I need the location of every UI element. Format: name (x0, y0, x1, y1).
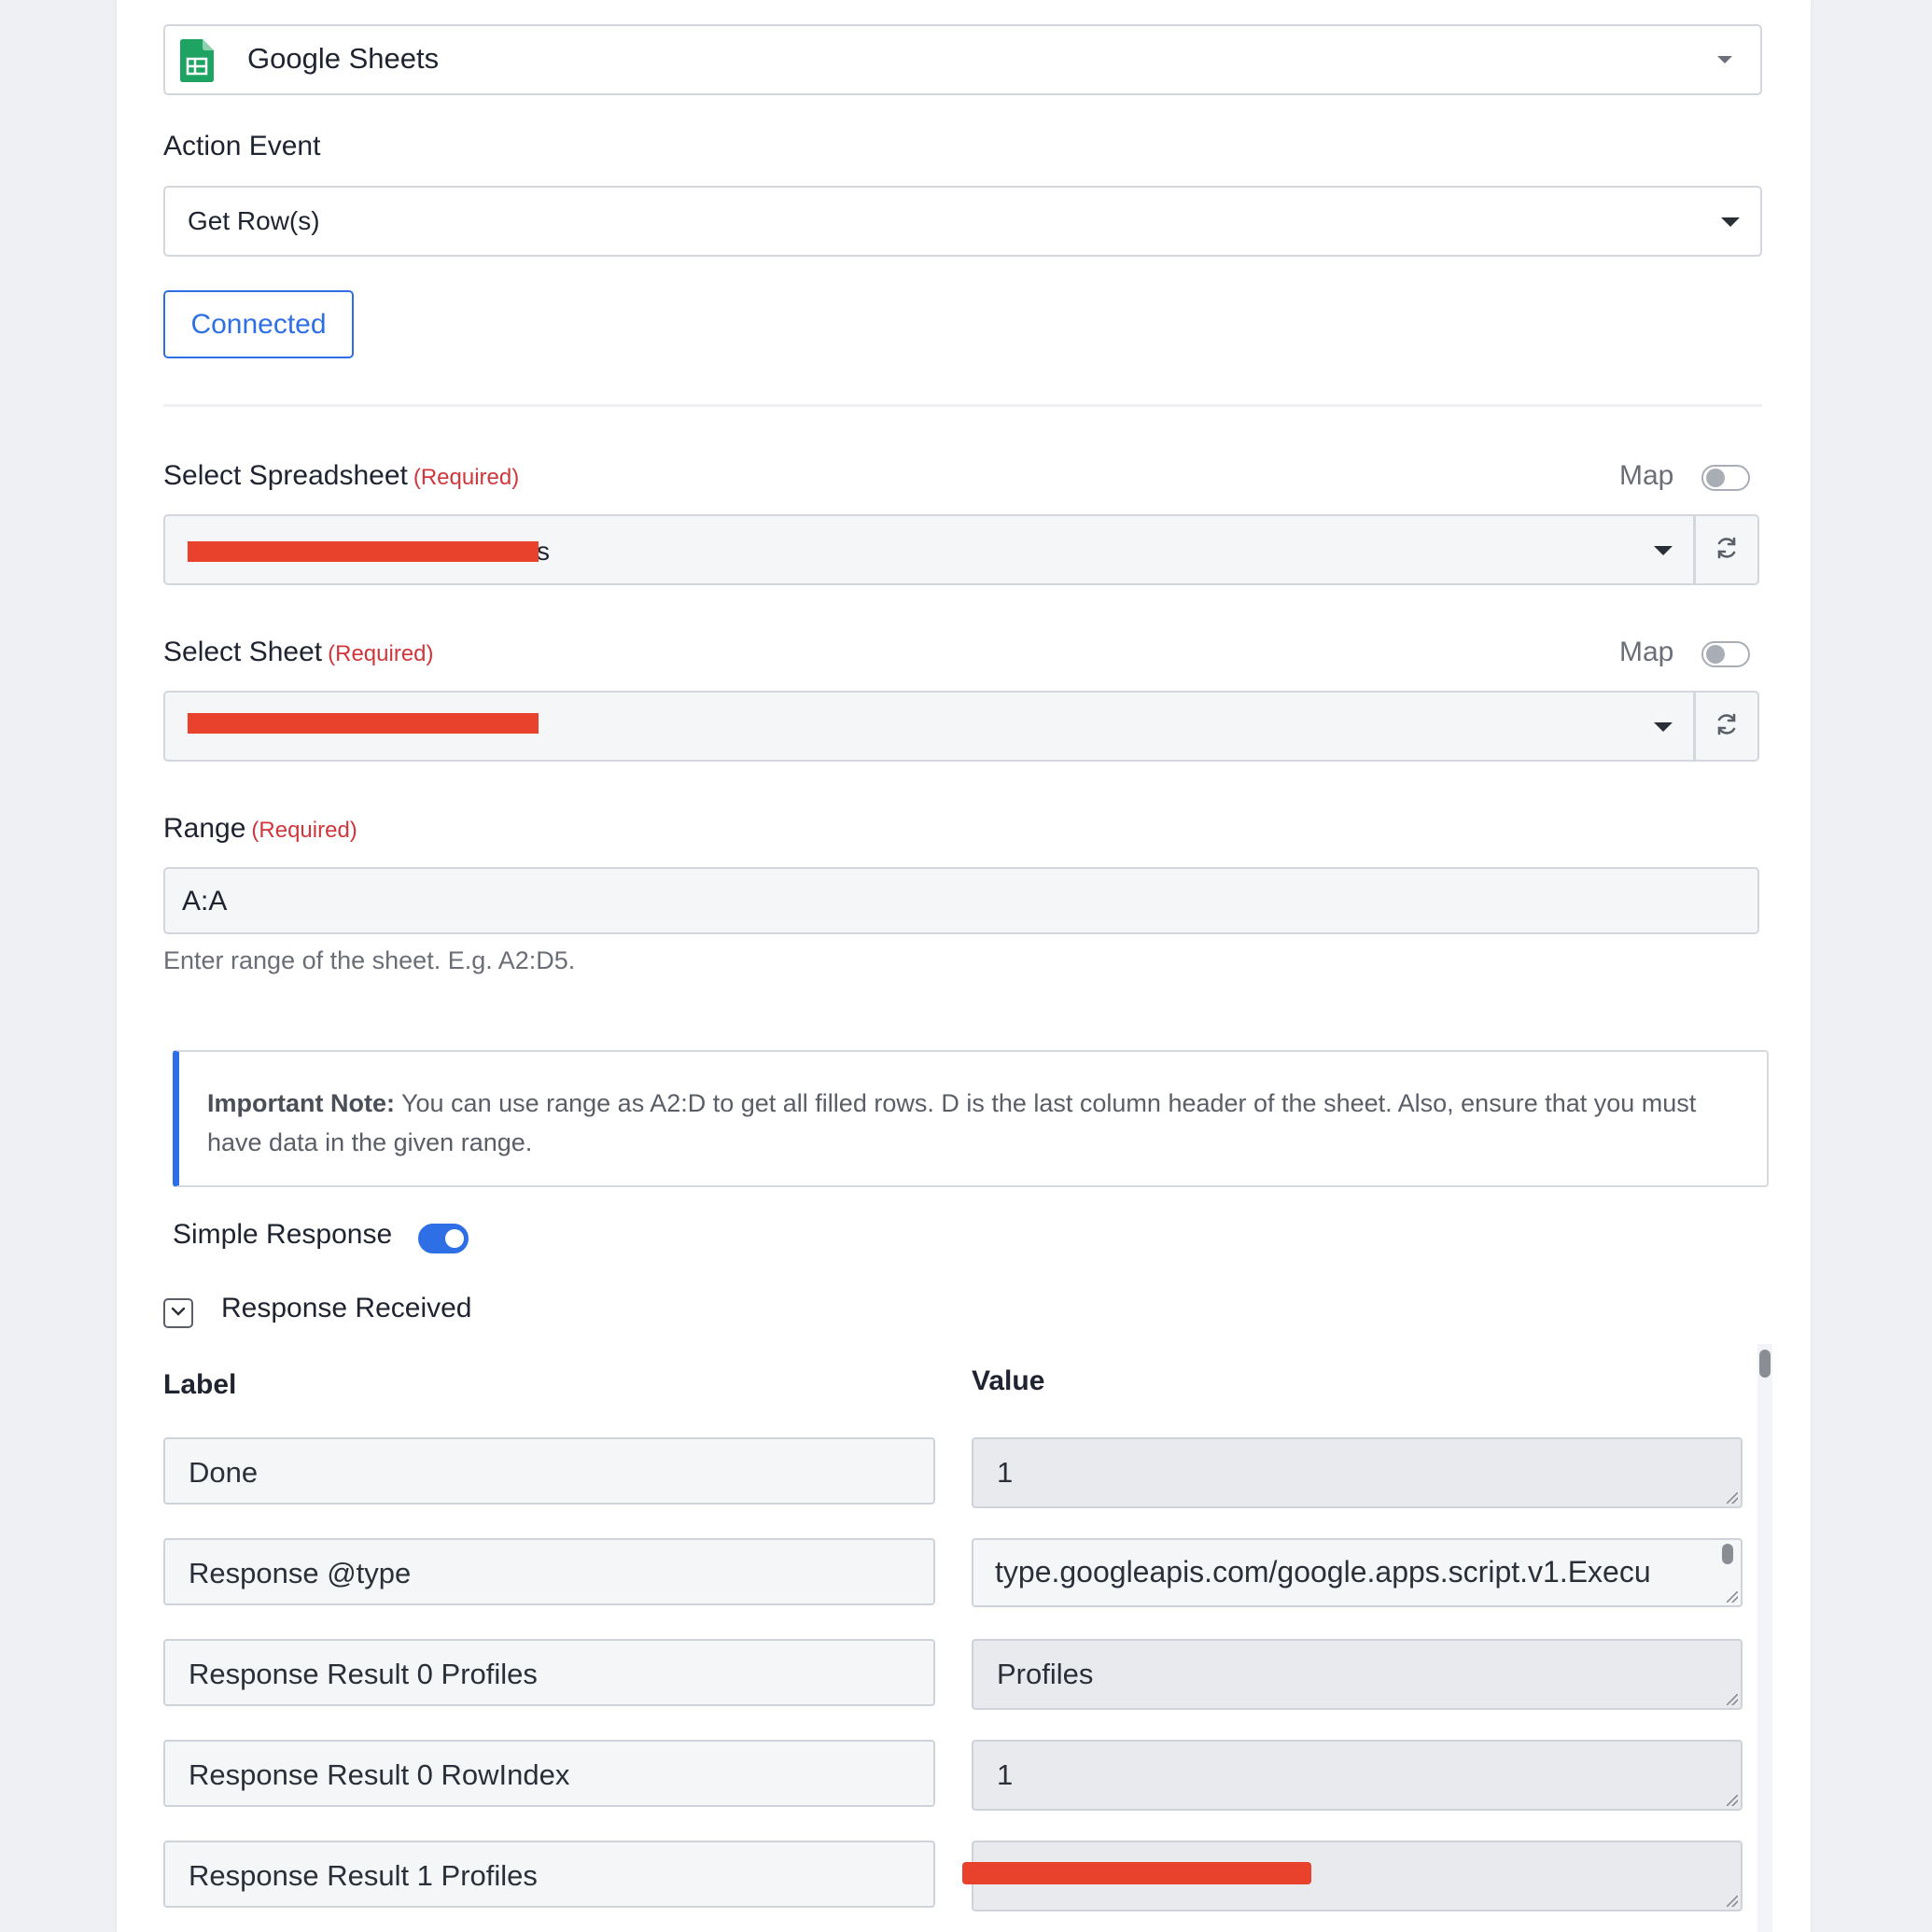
toggle-knob (1706, 469, 1725, 487)
response-label-field: Done (163, 1437, 935, 1505)
redaction-mark (188, 713, 539, 734)
response-value-text: 1 (997, 1758, 1014, 1791)
toggle-knob (1706, 645, 1725, 664)
range-input-value: A:A (182, 886, 228, 917)
response-value-text: type.googleapis.com/google.apps.script.v… (995, 1555, 1651, 1589)
label-column-header: Label (163, 1369, 237, 1400)
spreadsheet-label-text: Select Spreadsheet (163, 460, 408, 491)
refresh-icon (1715, 536, 1739, 565)
required-tag: (Required) (413, 465, 520, 490)
response-label-field: Response Result 0 Profiles (163, 1639, 935, 1706)
response-label-text: Response Result 0 RowIndex (189, 1758, 570, 1791)
value-column-header: Value (972, 1365, 1045, 1396)
response-value-field[interactable]: 1 (972, 1437, 1743, 1508)
form-card: Google Sheets Action Event Get Row(s) Co… (117, 0, 1811, 1932)
resize-handle-icon[interactable] (1727, 1795, 1738, 1806)
chevron-down-icon (1721, 217, 1740, 227)
response-label-field: Response Result 0 RowIndex (163, 1740, 935, 1807)
required-tag: (Required) (328, 641, 434, 666)
range-label: Range (Required) (163, 813, 357, 845)
required-tag: (Required) (251, 818, 357, 843)
note-text: You can use range as A2:D to get all fil… (207, 1089, 1697, 1156)
sheet-refresh-button[interactable] (1694, 691, 1759, 762)
connected-button[interactable]: Connected (163, 290, 354, 358)
spreadsheet-refresh-button[interactable] (1694, 514, 1759, 585)
resize-handle-icon[interactable] (1727, 1694, 1738, 1705)
action-event-value: Get Row(s) (188, 206, 320, 235)
app-select[interactable]: Google Sheets (163, 24, 1762, 95)
spreadsheet-select[interactable]: s (163, 514, 1695, 585)
chevron-down-icon (1654, 722, 1673, 732)
response-label-text: Done (189, 1456, 259, 1489)
refresh-icon (1715, 712, 1739, 741)
redaction-mark (962, 1862, 1311, 1884)
important-note: Important Note: You can use range as A2:… (173, 1050, 1769, 1187)
scrollbar-thumb[interactable] (1759, 1350, 1771, 1378)
response-collapse-toggle[interactable] (163, 1298, 193, 1328)
sheet-map-label: Map (1619, 637, 1674, 667)
spreadsheet-map-label: Map (1619, 460, 1674, 491)
sheet-map-toggle[interactable] (1701, 641, 1750, 667)
chevron-down-icon (1717, 56, 1732, 63)
response-label-text: Response Result 0 Profiles (189, 1658, 538, 1690)
spreadsheet-map-toggle[interactable] (1701, 465, 1750, 491)
spreadsheet-label: Select Spreadsheet (Required) (163, 460, 519, 492)
sheet-select[interactable] (163, 691, 1695, 762)
simple-response-toggle[interactable] (418, 1224, 469, 1253)
response-value-text: Profiles (997, 1658, 1094, 1690)
chevron-down-icon (171, 1305, 186, 1322)
value-scrollbar[interactable] (1722, 1544, 1735, 1592)
spreadsheet-value: s (537, 537, 550, 566)
response-value-field[interactable]: 1 (972, 1740, 1743, 1811)
response-label-text: Response Result 1 Profiles (189, 1859, 538, 1892)
range-label-text: Range (163, 813, 246, 844)
sheet-label: Select Sheet (Required) (163, 637, 434, 668)
connected-button-label: Connected (190, 308, 327, 340)
response-value-field[interactable]: Profiles (972, 1639, 1743, 1710)
response-value-field[interactable]: type.googleapis.com/google.apps.script.v… (972, 1538, 1743, 1607)
sheet-label-text: Select Sheet (163, 637, 323, 667)
chevron-down-icon (1654, 546, 1673, 555)
range-help-text: Enter range of the sheet. E.g. A2:D5. (163, 946, 576, 974)
range-input[interactable]: A:A (163, 867, 1759, 934)
simple-response-label: Simple Response (173, 1219, 393, 1250)
note-title: Important Note: (207, 1089, 395, 1117)
scrollbar-thumb[interactable] (1722, 1544, 1733, 1564)
response-label-field: Response @type (163, 1538, 935, 1605)
redaction-mark (188, 541, 539, 562)
response-received-label: Response Received (221, 1293, 472, 1323)
resize-handle-icon[interactable] (1727, 1492, 1738, 1504)
response-label-text: Response @type (189, 1557, 412, 1589)
response-label-field: Response Result 1 Profiles (163, 1841, 935, 1908)
resize-handle-icon[interactable] (1727, 1591, 1738, 1603)
app-select-value: Google Sheets (247, 42, 440, 75)
resize-handle-icon[interactable] (1727, 1896, 1738, 1907)
toggle-knob (445, 1229, 464, 1248)
response-value-text: 1 (997, 1456, 1014, 1489)
action-event-label: Action Event (163, 131, 321, 161)
divider (163, 404, 1762, 407)
action-event-select[interactable]: Get Row(s) (163, 186, 1762, 257)
response-scrollbar[interactable] (1757, 1344, 1772, 1932)
google-sheets-icon (180, 39, 214, 82)
